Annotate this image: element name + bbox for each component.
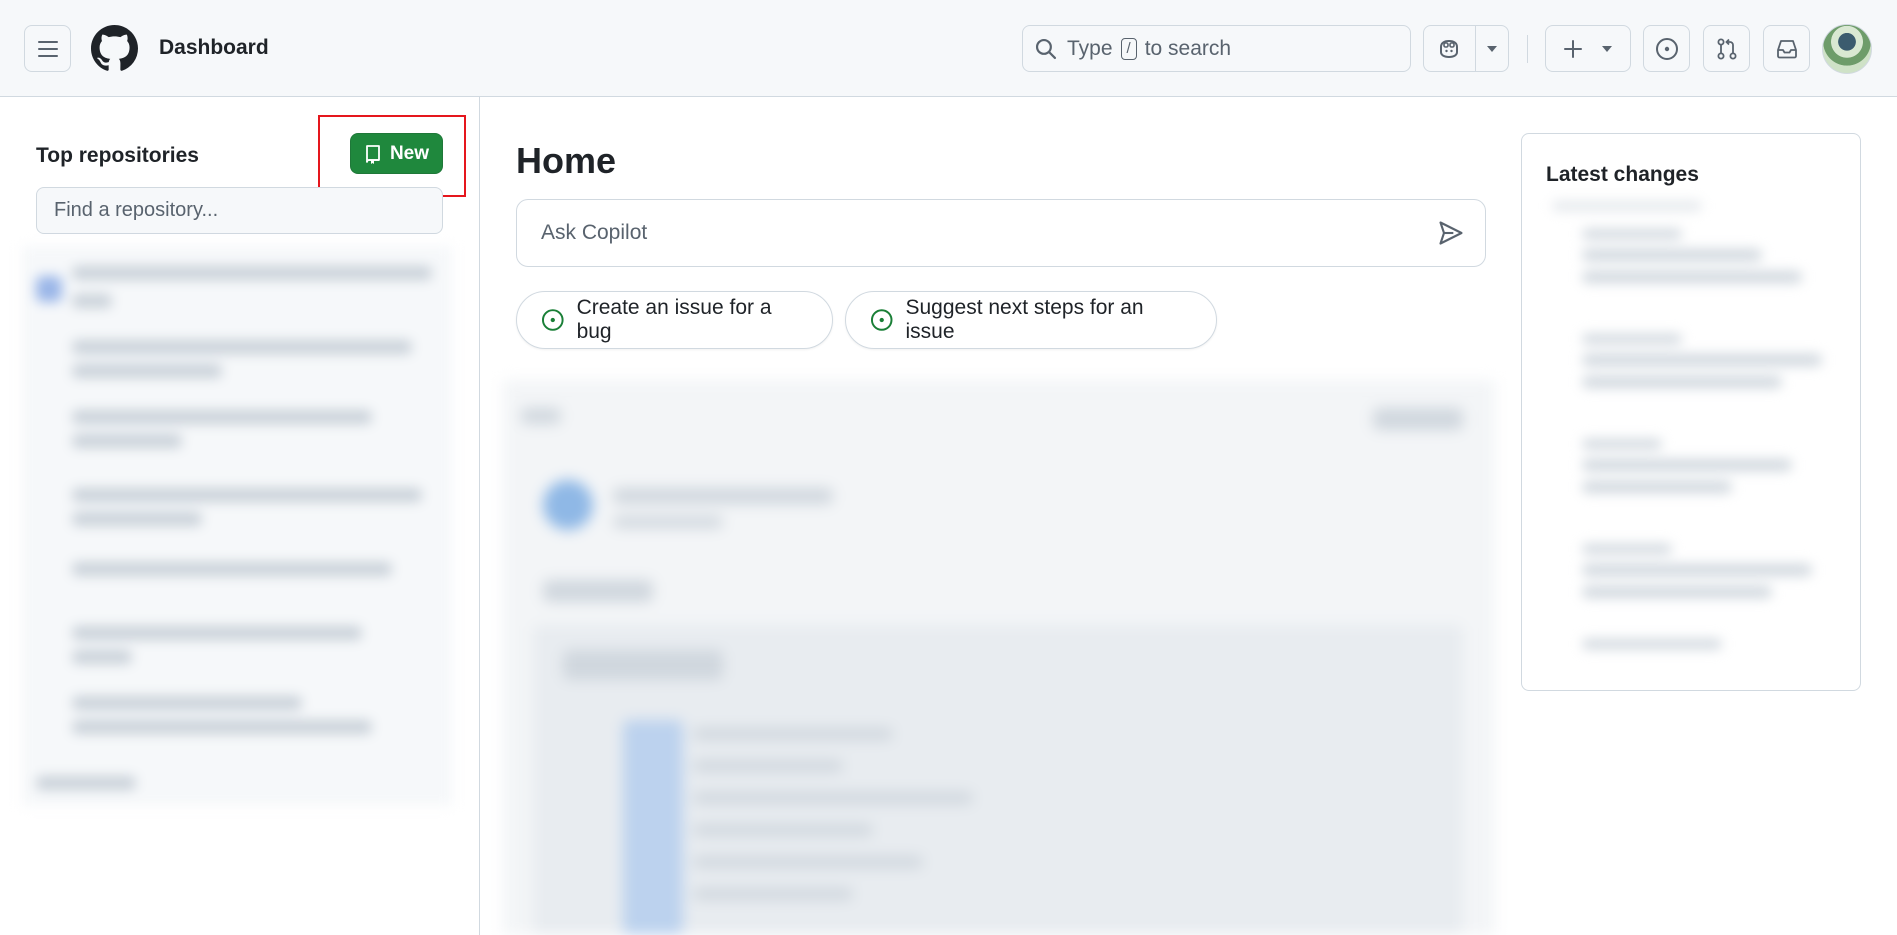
pull-request-icon — [1717, 38, 1736, 59]
search-input[interactable]: Type / to search — [1022, 25, 1411, 72]
search-icon — [1035, 38, 1057, 59]
copilot-button[interactable] — [1424, 26, 1475, 71]
repository-list — [22, 246, 452, 806]
copilot-button-group — [1423, 25, 1509, 72]
header-divider — [1527, 35, 1528, 63]
copilot-icon — [1440, 39, 1459, 58]
search-prefix: Type — [1067, 36, 1113, 60]
sidebar: Top repositories New Find a repository..… — [0, 97, 480, 935]
home-heading: Home — [516, 140, 617, 181]
top-repositories-heading: Top repositories — [36, 144, 199, 167]
issue-opened-icon — [541, 309, 564, 331]
suggestion-chip-bug[interactable]: Create an issue for a bug — [516, 291, 833, 349]
ask-copilot-placeholder: Ask Copilot — [541, 221, 648, 244]
triangle-down-icon — [1602, 45, 1612, 52]
ask-copilot-input[interactable]: Ask Copilot — [516, 199, 1486, 267]
suggestion-label: Create an issue for a bug — [576, 296, 772, 343]
search-shortcut-key: / — [1120, 37, 1137, 60]
issue-opened-icon — [870, 309, 893, 331]
latest-changes-list — [1542, 199, 1842, 669]
create-new-button[interactable] — [1545, 25, 1631, 72]
issues-button[interactable] — [1643, 25, 1690, 72]
plus-icon — [1564, 39, 1582, 58]
inbox-button[interactable] — [1763, 25, 1810, 72]
pull-requests-button[interactable] — [1703, 25, 1750, 72]
copilot-dropdown-button[interactable] — [1476, 26, 1508, 71]
send-icon[interactable] — [1437, 219, 1465, 247]
triangle-down-icon — [1486, 45, 1497, 52]
hamburger-icon — [37, 40, 58, 57]
page-title[interactable]: Dashboard — [159, 36, 269, 60]
search-suffix: to search — [1144, 36, 1232, 60]
avatar[interactable] — [1822, 24, 1872, 74]
suggestion-chip-next-steps[interactable]: Suggest next steps for an issue — [845, 291, 1217, 349]
issue-opened-icon — [1655, 37, 1678, 60]
find-repository-input[interactable]: Find a repository... — [36, 187, 443, 234]
suggestion-label: Suggest next steps for an issue — [905, 296, 1144, 343]
github-logo-icon[interactable] — [91, 25, 138, 72]
highlight-box — [318, 115, 466, 197]
latest-changes-heading: Latest changes — [1546, 163, 1699, 186]
inbox-icon — [1776, 39, 1797, 58]
menu-button[interactable] — [24, 25, 71, 72]
activity-feed — [503, 380, 1495, 935]
latest-changes-panel: Latest changes — [1521, 133, 1861, 691]
top-header: Dashboard Type / to search — [0, 0, 1897, 97]
